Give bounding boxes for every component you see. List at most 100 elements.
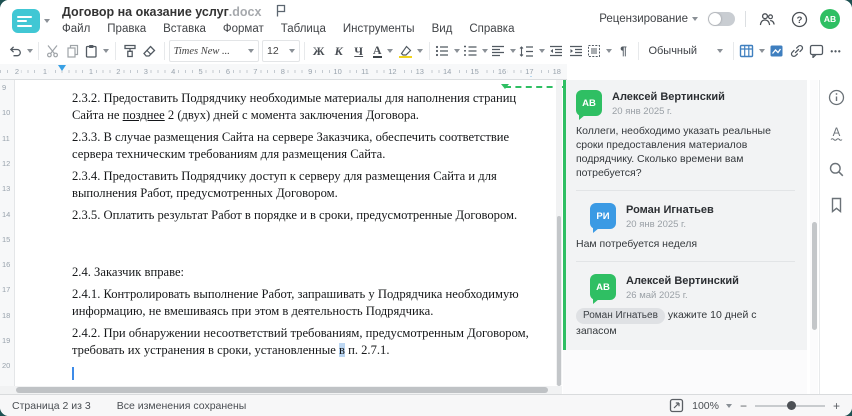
indent-marker-left[interactable] xyxy=(58,65,66,71)
cursor-line[interactable] xyxy=(72,364,534,381)
help-icon[interactable]: ? xyxy=(788,8,810,30)
paragraph-2-3-2[interactable]: 2.3.2. Предоставить Подрядчику необходим… xyxy=(72,90,534,124)
menubar: Файл Правка Вставка Формат Таблица Инстр… xyxy=(62,23,515,35)
paragraph-2-4-1[interactable]: 2.4.1. Контролировать выполнение Работ, … xyxy=(72,286,534,320)
bookmark-icon[interactable] xyxy=(825,194,847,216)
review-mode-dropdown[interactable]: Рецензирование xyxy=(599,13,698,25)
document-extension: .docx xyxy=(228,5,262,19)
ruler-vertical[interactable]: 9 10 11 12 13 14 15 16 17 18 19 20 xyxy=(0,80,15,394)
comment-thread[interactable]: АВ Алексей Вертинский 20 янв 2025 г. Кол… xyxy=(563,80,807,350)
paragraph-text: 2 (двух) дней с момента заключения Догов… xyxy=(164,108,419,123)
mention-chip[interactable]: Роман Игнатьев xyxy=(576,308,665,324)
document-horizontal-scrollbar[interactable] xyxy=(0,386,562,394)
zoom-slider[interactable] xyxy=(754,401,825,410)
ruler-label: 13 xyxy=(413,67,426,76)
app-logo[interactable] xyxy=(12,9,40,33)
menu-view[interactable]: Вид xyxy=(432,23,453,35)
chevron-down-icon xyxy=(759,49,766,53)
menu-file[interactable]: Файл xyxy=(62,23,90,35)
menu-insert[interactable]: Вставка xyxy=(163,23,206,35)
font-name-select[interactable]: Times New ... xyxy=(168,40,259,62)
ruler-label: 17 xyxy=(523,67,536,76)
more-tools-button[interactable]: ••• xyxy=(826,40,846,62)
ruler-label: 12 xyxy=(386,67,399,76)
menu-table[interactable]: Таблица xyxy=(281,23,326,35)
comment-anchor-line xyxy=(505,86,563,88)
info-icon[interactable] xyxy=(825,86,847,108)
insert-link-button[interactable] xyxy=(786,40,806,62)
comment-reply-2[interactable]: АВ Алексей Вертинский 26 май 2025 г. xyxy=(576,274,795,304)
comment-date: 20 янв 2025 г. xyxy=(612,106,673,117)
clear-style-button[interactable] xyxy=(140,40,160,62)
menu-edit[interactable]: Правка xyxy=(107,23,146,35)
format-painter-button[interactable] xyxy=(120,40,140,62)
ruler-label: 9 xyxy=(306,67,315,76)
svg-text:?: ? xyxy=(796,15,802,26)
collaboration-icon[interactable] xyxy=(756,8,778,30)
mark-flag-icon[interactable] xyxy=(275,4,287,20)
menu-format[interactable]: Формат xyxy=(223,23,264,35)
insert-table-button[interactable] xyxy=(738,40,766,62)
paragraph-borders-button[interactable] xyxy=(586,40,614,62)
font-color-button[interactable]: А xyxy=(369,40,397,62)
fit-to-width-icon[interactable] xyxy=(668,398,684,414)
ruler-label: 2 xyxy=(114,67,123,76)
paragraph-2-4[interactable]: 2.4. Заказчик вправе: xyxy=(72,264,534,281)
decrease-indent-button[interactable] xyxy=(546,40,566,62)
paste-button[interactable] xyxy=(83,40,111,62)
save-status: Все изменения сохранены xyxy=(116,399,247,412)
ruler-label: 4 xyxy=(169,67,178,76)
search-icon[interactable] xyxy=(825,158,847,180)
menu-tools[interactable]: Инструменты xyxy=(343,23,415,35)
bold-button[interactable]: Ж xyxy=(309,40,329,62)
user-avatar[interactable]: АВ xyxy=(820,9,840,29)
menu-help[interactable]: Справка xyxy=(469,23,514,35)
highlight-color-button[interactable] xyxy=(397,40,425,62)
copy-button[interactable] xyxy=(63,40,83,62)
paragraph-text: п. 2.7.1. xyxy=(344,343,390,358)
align-button[interactable] xyxy=(490,40,518,62)
ruler-label: 1 xyxy=(86,67,96,76)
italic-button[interactable]: К xyxy=(329,40,349,62)
ruler-label: 12 xyxy=(2,158,11,168)
comment-button[interactable] xyxy=(806,40,826,62)
line-spacing-button[interactable] xyxy=(518,40,546,62)
chevron-down-icon xyxy=(26,49,33,53)
bullet-list-button[interactable] xyxy=(434,40,462,62)
numbered-list-button[interactable] xyxy=(462,40,490,62)
ruler-label: 15 xyxy=(2,234,11,244)
paragraph-2-3-3[interactable]: 2.3.3. В случае размещения Сайта на серв… xyxy=(72,129,534,163)
review-toggle[interactable] xyxy=(708,12,735,26)
paragraph-2-3-5[interactable]: 2.3.5. Оплатить результат Работ в порядк… xyxy=(72,207,534,224)
paragraph-style-select[interactable]: Обычный xyxy=(642,41,729,61)
cut-button[interactable] xyxy=(43,40,63,62)
font-size-select[interactable]: 12 xyxy=(262,40,300,62)
zoom-in-button[interactable]: + xyxy=(833,400,840,412)
ruler-label: 8 xyxy=(278,67,287,76)
zoom-slider-knob[interactable] xyxy=(786,401,796,410)
show-paragraph-marks-button[interactable]: ¶ xyxy=(614,40,634,62)
insert-image-button[interactable] xyxy=(766,40,786,62)
paragraph-2-3-4[interactable]: 2.3.4. Предоставить Подрядчику доступ к … xyxy=(72,168,534,202)
ruler-horizontal[interactable]: 2 1 1 2 3 4 5 6 7 8 9 10 11 12 13 14 15 16 17 18 xyxy=(0,64,567,80)
comment-reply-1[interactable]: РИ Роман Игнатьев 20 янв 2025 г. xyxy=(576,203,795,233)
document-vertical-scrollbar[interactable] xyxy=(556,80,562,386)
commented-text[interactable]: позднее xyxy=(123,108,165,122)
zoom-select[interactable]: 100% xyxy=(692,400,732,412)
document-content[interactable]: 2.3.2. Предоставить Подрядчику необходим… xyxy=(15,80,560,381)
zoom-out-button[interactable]: − xyxy=(740,400,747,412)
chevron-down-icon xyxy=(717,49,724,53)
undo-button[interactable] xyxy=(6,40,34,62)
svg-text:A: A xyxy=(832,127,840,139)
comment-1[interactable]: АВ Алексей Вертинский 20 янв 2025 г. xyxy=(576,90,795,120)
underline-button[interactable]: Ч xyxy=(349,40,369,62)
increase-indent-button[interactable] xyxy=(566,40,586,62)
paragraph-2-4-2[interactable]: 2.4.2. При обнаружении несоответствий тр… xyxy=(72,325,534,359)
page-indicator[interactable]: Страница 2 из 3 xyxy=(12,400,91,412)
logo-caret-icon[interactable] xyxy=(44,19,50,23)
document-page[interactable]: 2.3.2. Предоставить Подрядчику необходим… xyxy=(15,80,560,385)
spellcheck-icon[interactable]: A xyxy=(825,122,847,144)
font-color-glyph: А xyxy=(372,42,382,58)
comments-scrollbar[interactable] xyxy=(810,80,818,394)
ruler-label: 18 xyxy=(2,310,11,320)
